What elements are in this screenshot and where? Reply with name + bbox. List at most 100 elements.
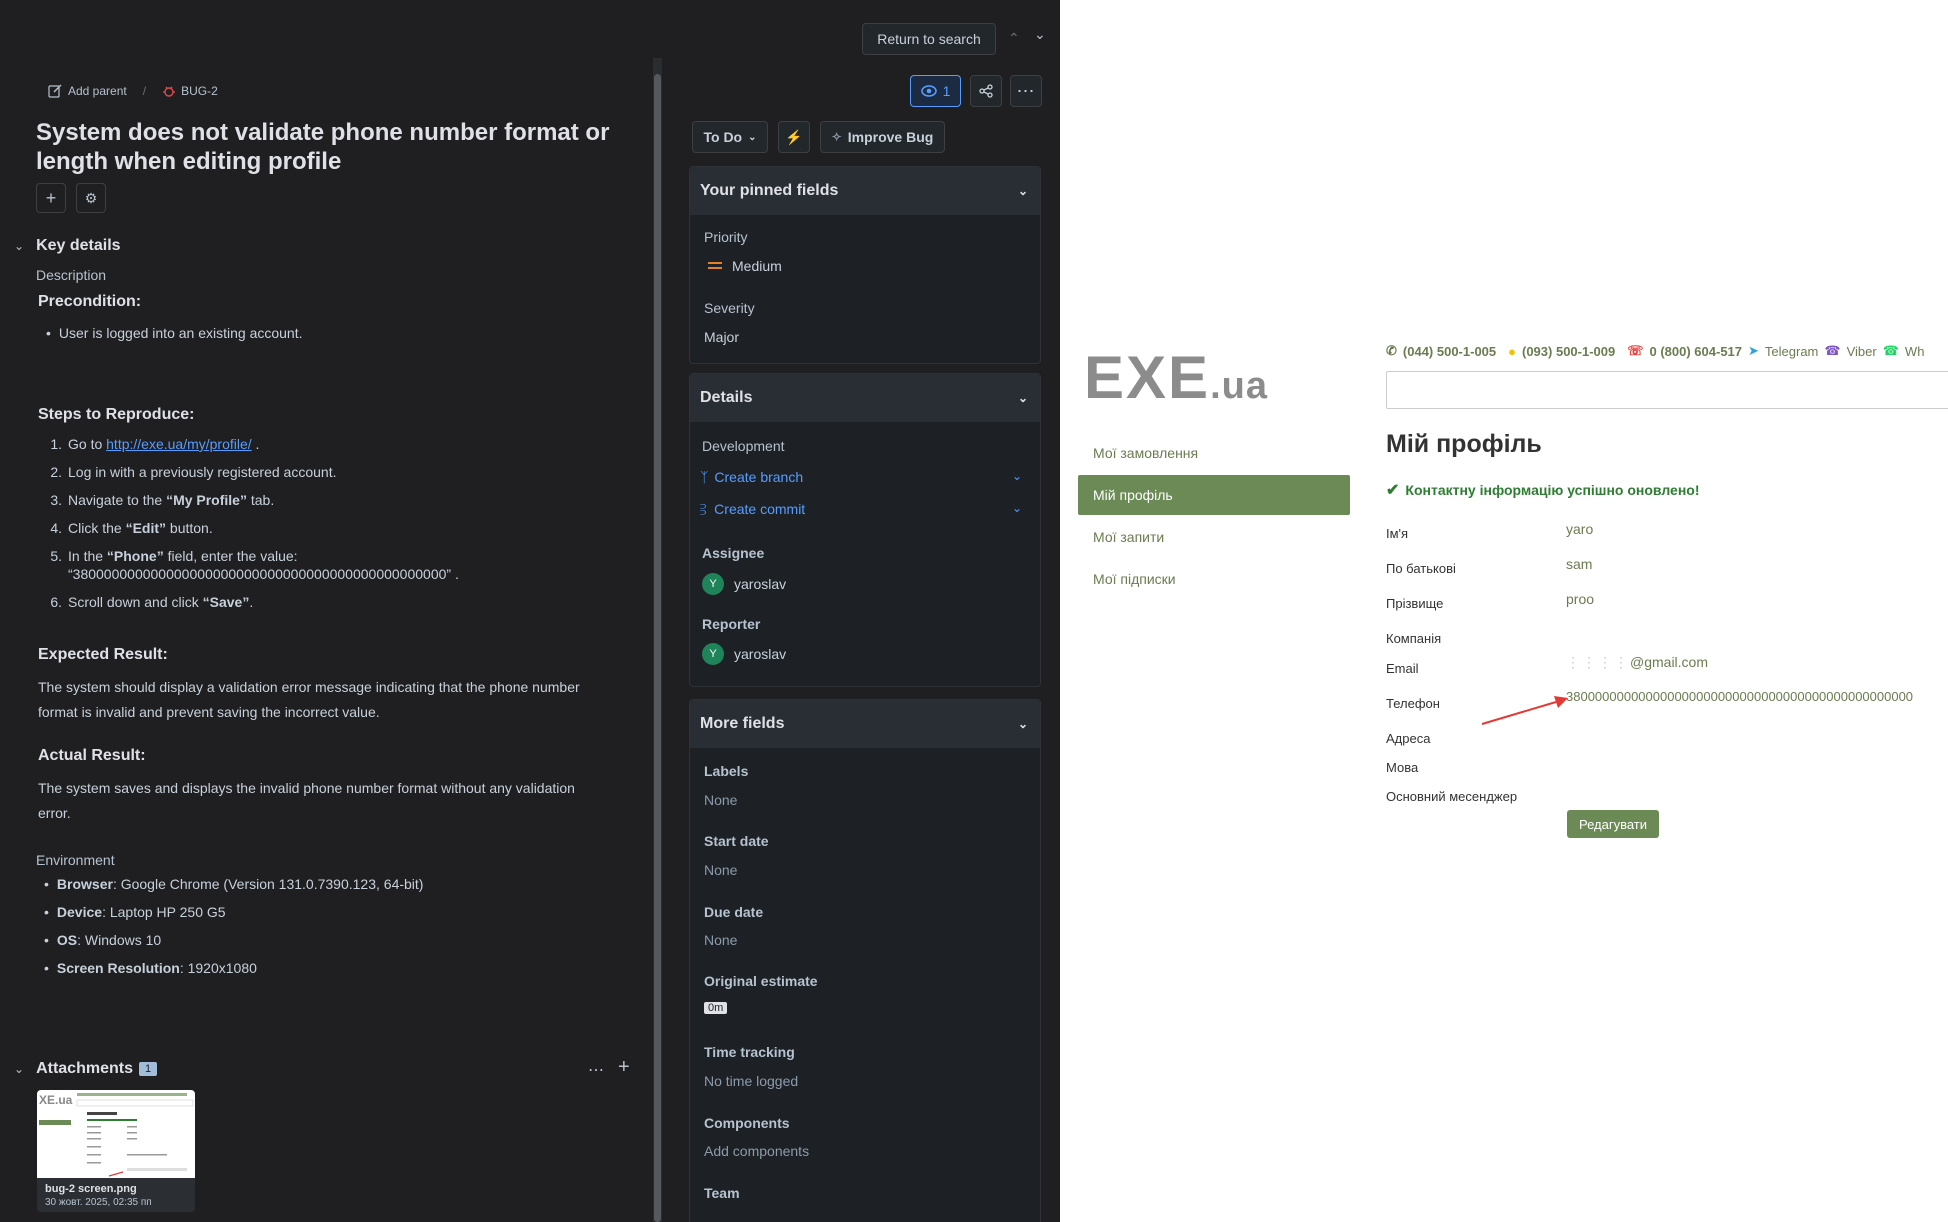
menu-my-subscriptions[interactable]: Мої підписки (1078, 559, 1350, 599)
automation-button[interactable]: ⚡ (778, 121, 810, 153)
field-label: Ім'я (1386, 526, 1409, 541)
field-label: Прізвище (1386, 596, 1444, 611)
start-date-label: Start date (704, 833, 769, 849)
severity-label: Severity (704, 300, 755, 316)
labels-value[interactable]: None (704, 792, 737, 808)
key-details-header[interactable]: ⌄ Key details (14, 237, 121, 255)
severity-value[interactable]: Major (704, 329, 739, 345)
reporter-label: Reporter (702, 616, 761, 632)
settings-icon: ⚙ (84, 189, 98, 206)
sparkle-icon: ✧ (831, 130, 842, 144)
list-item: OS: Windows 10 (44, 926, 423, 954)
field-label: Адреса (1386, 731, 1431, 746)
list-item: Screen Resolution: 1920x1080 (44, 954, 423, 982)
phone-free[interactable]: 0 (800) 604-517 (1650, 344, 1743, 359)
share-icon (979, 84, 993, 98)
jira-issue-panel: Return to search ⌃ ⌄ 1 ⋯ Add parent / BU… (0, 0, 1060, 1222)
viber-link[interactable]: Viber (1847, 344, 1877, 359)
environment-list: Browser: Google Chrome (Version 131.0.73… (44, 870, 424, 982)
create-branch-link[interactable]: ᛉ Create branch ⌄ (700, 469, 1022, 485)
phone-value: 3800000000000000000000000000000000000000… (1566, 689, 1914, 704)
apps-button[interactable]: ⚙ (76, 183, 106, 213)
steps-list: 1. Go to http://exe.ua/my/profile/ . 2. Lo… (38, 435, 638, 621)
field-value: proo (1566, 591, 1595, 607)
red-arrow-annotation (1481, 696, 1568, 725)
details-header[interactable]: Details ⌄ (690, 374, 1040, 422)
more-fields-header[interactable]: More fields ⌄ (690, 700, 1040, 748)
chevron-down-icon: ⌄ (1011, 469, 1022, 483)
step-item: 6. Scroll down and click “Save”. (50, 594, 254, 610)
edit-profile-button[interactable]: Редагувати (1567, 810, 1660, 838)
status-dropdown[interactable]: To Do ⌄ (692, 121, 768, 153)
search-input[interactable] (1386, 371, 1948, 409)
components-value[interactable]: Add components (704, 1143, 809, 1159)
pinned-fields-header[interactable]: Your pinned fields ⌄ (690, 167, 1040, 215)
description-scrollbar[interactable] (653, 58, 662, 1222)
original-estimate-value[interactable]: 0m (704, 1002, 728, 1014)
assignee-value[interactable]: Yyaroslav (702, 573, 786, 595)
step-item: 5. In the “Phone” field, enter the value:… (50, 548, 459, 582)
due-date-value[interactable]: None (704, 932, 737, 948)
expected-heading: Expected Result: (38, 646, 168, 663)
success-message: ✔ Контактну інформацію успішно оновлено! (1386, 482, 1700, 499)
start-date-value[interactable]: None (704, 862, 737, 878)
phone-kyivstar[interactable]: (044) 500-1-005 (1403, 344, 1496, 359)
priority-value[interactable]: Medium (708, 258, 782, 274)
expected-text-line2: format is invalid and prevent saving the… (38, 704, 380, 720)
attachment-name: bug-2 screen.png (45, 1183, 137, 1195)
issue-key-link[interactable]: BUG-2 (162, 84, 218, 98)
phone-lifecell[interactable]: (093) 500-1-009 (1522, 344, 1615, 359)
details-panel: Details ⌄ Development ᛉ Create branch ⌄ ⫖ C… (689, 373, 1041, 687)
menu-my-profile[interactable]: Мій профіль (1078, 475, 1350, 515)
avatar: Y (702, 573, 724, 595)
field-label: Email (1386, 661, 1419, 676)
due-date-label: Due date (704, 904, 764, 920)
viber-icon: ☎ (1824, 343, 1841, 358)
free-call-icon: ☏ (1627, 343, 1644, 358)
attachments-header[interactable]: ⌄ Attachments 1 (14, 1060, 158, 1078)
previous-issue-icon[interactable]: ⌃ (1008, 30, 1020, 47)
profile-url-link[interactable]: http://exe.ua/my/profile/ (106, 436, 252, 452)
assignee-label: Assignee (702, 545, 765, 561)
reporter-value[interactable]: Yyaroslav (702, 643, 786, 665)
improve-bug-button[interactable]: ✧ Improve Bug (820, 121, 945, 153)
attachment-thumbnail: XE.ua (37, 1090, 195, 1178)
plus-icon: + (45, 187, 57, 208)
components-label: Components (704, 1115, 790, 1131)
attachment-date: 30 жовт. 2025, 02:35 пп (45, 1197, 152, 1208)
whatsapp-icon: ☎ (1882, 343, 1899, 358)
priority-label: Priority (704, 229, 748, 245)
chevron-down-icon: ⌄ (14, 239, 25, 253)
menu-my-requests[interactable]: Мої запити (1078, 517, 1350, 557)
field-label: Основний месенджер (1386, 789, 1518, 804)
return-to-search-button[interactable]: Return to search (862, 23, 996, 55)
environment-label: Environment (36, 852, 115, 868)
step-item: 2. Log in with a previously registered ac… (50, 464, 337, 480)
time-tracking-value[interactable]: No time logged (704, 1073, 798, 1089)
site-logo[interactable]: EXE.ua (1084, 343, 1268, 421)
add-parent-link[interactable]: Add parent (48, 84, 127, 98)
menu-my-orders[interactable]: Мої замовлення (1078, 433, 1350, 473)
blurred-text: ⋮⋮⋮⋮ (1566, 654, 1630, 670)
telegram-link[interactable]: Telegram (1765, 344, 1818, 359)
field-label: Мова (1386, 760, 1419, 775)
commit-icon: ⫖ (700, 501, 707, 517)
email-value: ⋮⋮⋮⋮@gmail.com (1566, 654, 1709, 670)
watch-button[interactable]: 1 (910, 75, 961, 107)
issue-title[interactable]: System does not validate phone number fo… (36, 118, 636, 176)
add-button[interactable]: + (36, 183, 66, 213)
step-item: 4. Click the “Edit” button. (50, 520, 213, 536)
attachment-card[interactable]: XE.ua bug-2 screen.png 30 жовт. 2025, 02… (37, 1090, 195, 1212)
create-commit-link[interactable]: ⫖ Create commit ⌄ (700, 501, 1022, 518)
next-issue-icon[interactable]: ⌄ (1034, 26, 1046, 43)
share-button[interactable] (970, 75, 1002, 107)
attachments-more-icon[interactable]: ⋯ (588, 1060, 605, 1080)
add-attachment-icon[interactable]: + (618, 1056, 630, 1079)
more-actions-button[interactable]: ⋯ (1010, 75, 1042, 107)
eye-icon (920, 85, 937, 97)
whatsapp-link[interactable]: Wh (1905, 344, 1925, 359)
phone-icon: ✆ (1386, 343, 1397, 358)
steps-heading: Steps to Reproduce: (38, 406, 195, 423)
exe-ua-profile-page: EXE.ua ✆ (044) 500-1-005 ● (093) 500-1-009… (1060, 0, 1948, 1222)
precondition-heading: Precondition: (38, 293, 142, 310)
